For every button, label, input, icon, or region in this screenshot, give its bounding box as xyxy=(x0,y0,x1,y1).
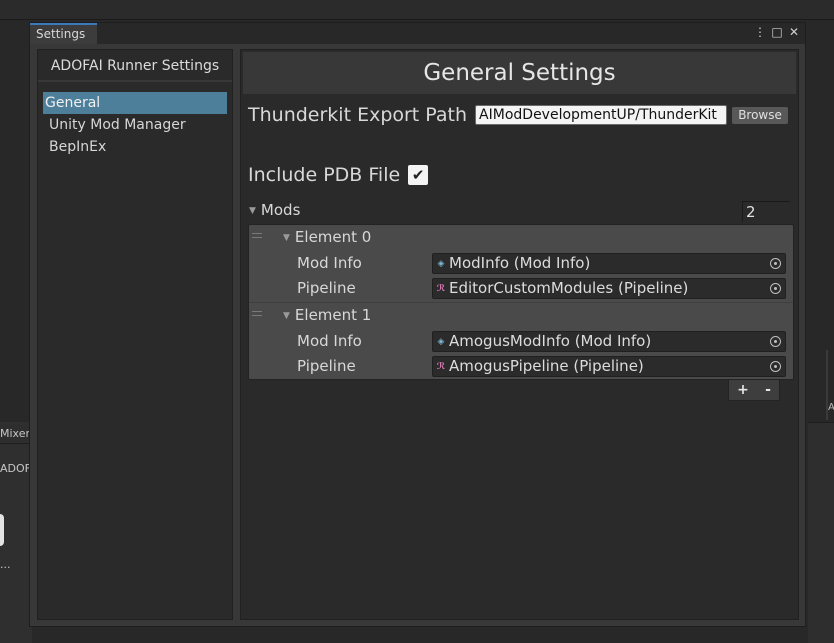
pipeline-asset-icon: ℛ xyxy=(436,362,446,372)
more-options-icon[interactable]: ⋮ xyxy=(753,25,767,39)
object-picker-icon[interactable] xyxy=(770,336,781,347)
nav-item-general[interactable]: General xyxy=(43,92,227,114)
mixer-tab[interactable]: Mixer xyxy=(0,424,30,444)
window-controls: ⋮ □ ✕ xyxy=(753,25,801,39)
export-path-label: Thunderkit Export Path xyxy=(248,104,468,126)
element-title: Element 0 xyxy=(294,228,372,246)
list-add-remove-controls: + - xyxy=(728,380,780,401)
foldout-arrow-icon[interactable]: ▼ xyxy=(283,233,290,243)
include-pdb-checkbox[interactable]: ✔ xyxy=(408,165,429,185)
pipeline-label: Pipeline xyxy=(297,357,356,375)
close-icon[interactable]: ✕ xyxy=(787,25,801,39)
settings-nav: ADOFAI Runner Settings General Unity Mod… xyxy=(37,49,233,620)
nav-item-unity-mod-manager[interactable]: Unity Mod Manager xyxy=(43,114,227,136)
drag-handle-icon[interactable] xyxy=(252,233,262,238)
pipeline-value: AmogusPipeline (Pipeline) xyxy=(449,357,644,375)
mod-info-row: Mod Info ◈ ModInfo (Mod Info) xyxy=(297,252,787,274)
mods-foldout[interactable]: ▼ Mods 2 xyxy=(249,201,794,223)
export-path-row: Thunderkit Export Path AIModDevelopmentU… xyxy=(248,104,793,126)
mods-list: ▼ Element 0 Mod Info ◈ ModInfo (Mod Info)… xyxy=(248,224,794,380)
modinfo-asset-icon: ◈ xyxy=(437,259,445,269)
nav-item-bepinex[interactable]: BepInEx xyxy=(43,136,227,158)
export-path-input[interactable]: AIModDevelopmentUP/ThunderKit xyxy=(475,105,728,125)
add-element-button[interactable]: + xyxy=(737,382,749,398)
element-foldout[interactable]: ▼ Element 1 xyxy=(283,306,371,324)
mod-info-value: ModInfo (Mod Info) xyxy=(449,254,591,272)
background-button[interactable] xyxy=(0,514,4,546)
pipeline-row: Pipeline ℛ EditorCustomModules (Pipeline… xyxy=(297,277,787,299)
pipeline-object-field[interactable]: ℛ AmogusPipeline (Pipeline) xyxy=(432,356,786,377)
mod-info-row: Mod Info ◈ AmogusModInfo (Mod Info) xyxy=(297,330,787,352)
settings-tab[interactable]: Settings xyxy=(30,23,97,44)
pipeline-label: Pipeline xyxy=(297,279,356,297)
foldout-arrow-icon[interactable]: ▼ xyxy=(283,311,290,321)
page-title: General Settings xyxy=(243,52,796,94)
list-item: ▼ Element 1 Mod Info ◈ AmogusModInfo (Mod… xyxy=(249,302,793,379)
list-item: ▼ Element 0 Mod Info ◈ ModInfo (Mod Info)… xyxy=(249,225,793,302)
foldout-arrow-icon[interactable]: ▼ xyxy=(249,206,256,216)
object-picker-icon[interactable] xyxy=(770,361,781,372)
mod-info-label: Mod Info xyxy=(297,332,362,350)
maximize-icon[interactable]: □ xyxy=(770,25,784,39)
nav-header: ADOFAI Runner Settings xyxy=(38,50,232,82)
settings-content: General Settings Thunderkit Export Path … xyxy=(240,49,799,620)
mod-info-object-field[interactable]: ◈ ModInfo (Mod Info) xyxy=(432,253,786,274)
remove-element-button[interactable]: - xyxy=(765,382,771,398)
mods-count-field[interactable]: 2 xyxy=(742,201,790,222)
nav-list: General Unity Mod Manager BepInEx xyxy=(38,82,232,158)
mod-info-object-field[interactable]: ◈ AmogusModInfo (Mod Info) xyxy=(432,331,786,352)
background-right-panel xyxy=(808,422,834,643)
mods-label: Mods xyxy=(260,201,301,219)
background-ellipsis: ... xyxy=(0,558,11,571)
include-pdb-label: Include PDB File xyxy=(248,164,401,186)
background-right-label: A xyxy=(828,402,834,413)
browse-button[interactable]: Browse xyxy=(731,105,790,125)
checkmark-icon: ✔ xyxy=(411,166,425,184)
mod-info-label: Mod Info xyxy=(297,254,362,272)
element-foldout[interactable]: ▼ Element 0 xyxy=(283,228,371,246)
object-picker-icon[interactable] xyxy=(770,258,781,269)
pipeline-value: EditorCustomModules (Pipeline) xyxy=(449,279,689,297)
drag-handle-icon[interactable] xyxy=(252,311,262,316)
object-picker-icon[interactable] xyxy=(770,283,781,294)
pipeline-object-field[interactable]: ℛ EditorCustomModules (Pipeline) xyxy=(432,278,786,299)
mod-info-value: AmogusModInfo (Mod Info) xyxy=(449,332,652,350)
pipeline-asset-icon: ℛ xyxy=(436,284,446,294)
pipeline-row: Pipeline ℛ AmogusPipeline (Pipeline) xyxy=(297,355,787,377)
window-titlebar: Settings ⋮ □ ✕ xyxy=(30,23,805,44)
modinfo-asset-icon: ◈ xyxy=(437,337,445,347)
include-pdb-row: Include PDB File ✔ xyxy=(248,164,429,186)
settings-window: Settings ⋮ □ ✕ ADOFAI Runner Settings Ge… xyxy=(29,22,806,627)
editor-background-top xyxy=(0,0,834,20)
background-left-panel xyxy=(0,422,32,643)
element-title: Element 1 xyxy=(294,306,372,324)
